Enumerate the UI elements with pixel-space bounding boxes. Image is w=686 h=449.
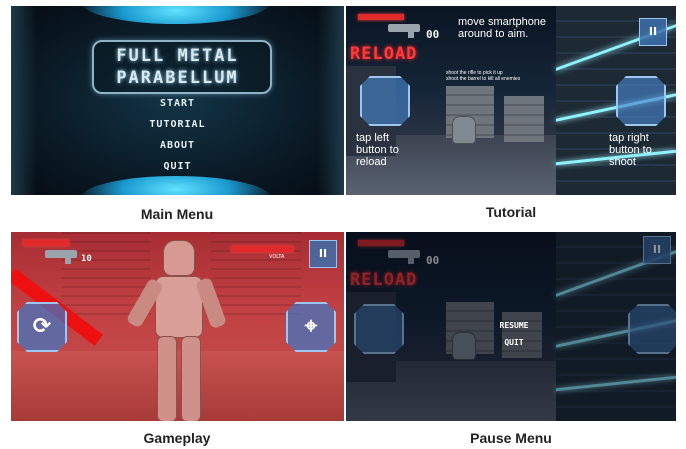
crosshair-icon: ⌖: [304, 314, 318, 339]
menu-tutorial-button[interactable]: TUTORIAL: [11, 119, 344, 130]
menu-quit-button[interactable]: QUIT: [11, 161, 344, 172]
caption-tutorial: Tutorial: [485, 204, 537, 220]
game-title-line1: FULL METAL: [116, 46, 239, 66]
menu-about-button[interactable]: ABOUT: [11, 140, 344, 151]
pause-button[interactable]: II: [309, 240, 337, 268]
health-bar: [23, 240, 69, 246]
bottom-glow-light: [81, 176, 271, 195]
left-hint-line2: button to: [356, 144, 399, 156]
reload-icon: ⟳: [32, 314, 52, 339]
aim-hint-line2: around to aim.: [458, 28, 529, 40]
small-hint-line2: shoot the barrel to kill all enemies: [446, 76, 521, 82]
reload-button[interactable]: ⟳: [17, 302, 67, 352]
ammo-count: 00: [426, 28, 440, 41]
reload-button[interactable]: [360, 76, 410, 126]
pause-menu-screenshot: 00 RELOAD II RESUME QUIT: [346, 232, 676, 421]
shoot-button[interactable]: [616, 76, 666, 126]
enemy-name: VOLTA: [269, 254, 285, 260]
reload-label: RELOAD: [350, 44, 418, 64]
enemy-robot: [125, 240, 228, 421]
caption-pause-menu: Pause Menu: [470, 430, 552, 446]
left-hint-line1: tap left: [356, 132, 390, 144]
enemy-health-bar: [231, 246, 293, 252]
main-menu-screenshot: FULL METAL PARABELLUM START TUTORIAL ABO…: [11, 6, 344, 195]
ammo-count: 10: [81, 254, 92, 264]
left-hint-line3: reload: [356, 156, 387, 168]
barrel-robot: [452, 116, 476, 144]
aim-hint-line1: move smartphone: [458, 16, 547, 28]
health-bar: [358, 14, 404, 20]
caption-gameplay: Gameplay: [143, 430, 211, 446]
top-glow-light: [81, 6, 271, 24]
tutorial-screenshot: 00 RELOAD II move smartphone around to a…: [346, 6, 676, 195]
menu-start-button[interactable]: START: [11, 98, 344, 109]
pause-button[interactable]: II: [639, 18, 667, 46]
right-hint-line3: shoot: [609, 156, 636, 168]
right-hint-line2: button to: [609, 144, 652, 156]
right-hint-line1: tap right: [609, 132, 649, 144]
pause-quit-button[interactable]: QUIT: [474, 338, 554, 347]
crate: [504, 96, 544, 142]
game-title-line2: PARABELLUM: [116, 68, 239, 88]
resume-button[interactable]: RESUME: [474, 321, 554, 330]
shoot-button[interactable]: ⌖: [286, 302, 336, 352]
caption-main-menu: Main Menu: [140, 206, 214, 222]
gun-icon: [45, 250, 77, 264]
gun-icon: [388, 24, 420, 38]
gameplay-screenshot: 10 VOLTA II ⟳ ⌖: [11, 232, 344, 421]
